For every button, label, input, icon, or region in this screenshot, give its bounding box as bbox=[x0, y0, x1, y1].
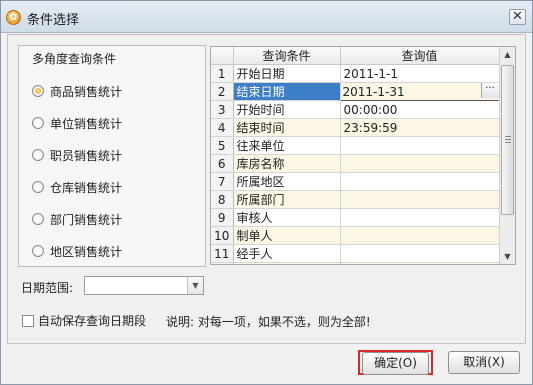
row-number: 4 bbox=[211, 118, 234, 137]
date-range-select[interactable]: ▼ bbox=[84, 276, 204, 295]
condition-name-cell[interactable]: 库房名称 bbox=[233, 154, 341, 173]
row-number: 1 bbox=[211, 64, 234, 83]
table-row[interactable]: 3 开始时间 00:00:00 bbox=[211, 100, 500, 119]
autosave-option[interactable]: 自动保存查询日期段 bbox=[22, 312, 146, 329]
table-row[interactable]: 11 经手人 bbox=[211, 244, 500, 263]
condition-value-cell[interactable] bbox=[340, 262, 500, 264]
radio-button[interactable] bbox=[32, 149, 44, 161]
chevron-down-icon[interactable]: ▼ bbox=[187, 277, 203, 294]
autosave-checkbox[interactable] bbox=[22, 314, 34, 327]
scroll-down-icon[interactable]: ▼ bbox=[502, 250, 513, 263]
condition-name-cell[interactable]: 所属地区 bbox=[233, 172, 341, 191]
radio-option[interactable]: 部门销售统计 bbox=[32, 211, 122, 227]
autosave-label: 自动保存查询日期段 bbox=[38, 314, 147, 328]
row-number: 10 bbox=[211, 226, 234, 245]
row-number: 8 bbox=[211, 190, 234, 209]
grip-icon bbox=[505, 136, 511, 143]
row-number: 9 bbox=[211, 208, 234, 227]
condition-value-cell[interactable] bbox=[340, 226, 500, 245]
condition-value-cell[interactable]: 2011-1-1 bbox=[340, 64, 500, 83]
table-row[interactable]: 5 往来单位 bbox=[211, 136, 500, 155]
condition-name-cell[interactable]: 审核人 bbox=[233, 208, 341, 227]
row-number: 2 bbox=[211, 82, 234, 101]
vertical-scrollbar[interactable]: ▲ ▼ bbox=[499, 47, 515, 264]
row-number: 3 bbox=[211, 100, 234, 119]
condition-name-cell[interactable]: 制单人 bbox=[233, 226, 341, 245]
radio-label: 商品销售统计 bbox=[50, 84, 123, 99]
radio-option[interactable]: 商品销售统计 bbox=[32, 83, 122, 99]
column-header-index bbox=[211, 47, 234, 65]
row-number: 7 bbox=[211, 172, 234, 191]
radio-button[interactable] bbox=[32, 213, 44, 225]
condition-dialog: ✿ 条件选择 ✕ 多角度查询条件 商品销售统计 单位销售统计 职员销售统计 仓库销售统… bbox=[0, 0, 533, 385]
condition-value-cell[interactable] bbox=[340, 154, 500, 173]
table-row[interactable]: 4 结束时间 23:59:59 bbox=[211, 118, 500, 137]
condition-name-cell[interactable]: 送货人 bbox=[233, 262, 341, 264]
condition-value-cell[interactable]: 23:59:59 bbox=[340, 118, 500, 137]
column-header-condition[interactable]: 查询条件 bbox=[233, 47, 341, 65]
condition-name-cell[interactable]: 所属部门 bbox=[233, 190, 341, 209]
table-row[interactable]: 12送货人 bbox=[211, 262, 500, 264]
table-row[interactable]: 7 所属地区 bbox=[211, 172, 500, 191]
condition-name-cell[interactable]: 结束日期 bbox=[233, 82, 341, 101]
condition-name-cell[interactable]: 经手人 bbox=[233, 244, 341, 263]
table-row[interactable]: 9 审核人 bbox=[211, 208, 500, 227]
dialog-title: 条件选择 bbox=[27, 13, 80, 28]
scrollbar-thumb[interactable] bbox=[501, 65, 514, 215]
table-row[interactable]: 6 库房名称 bbox=[211, 154, 500, 173]
group-title: 多角度查询条件 bbox=[32, 50, 117, 67]
condition-name-cell[interactable]: 开始时间 bbox=[233, 100, 341, 119]
table-row[interactable]: 10 制单人 bbox=[211, 226, 500, 245]
ok-highlight: 确定(O) bbox=[358, 350, 433, 375]
radio-option[interactable]: 职员销售统计 bbox=[32, 147, 122, 163]
date-range-label: 日期范围: bbox=[21, 281, 74, 295]
radio-label: 地区销售统计 bbox=[50, 244, 123, 259]
hint-text: 说明: 对每一项，如果不选，则为全部! bbox=[166, 315, 371, 329]
row-number: 12 bbox=[211, 262, 234, 264]
scroll-up-icon[interactable]: ▲ bbox=[502, 48, 513, 61]
condition-value-cell[interactable]: 2011-1-31 ··· bbox=[339, 82, 500, 101]
radio-option[interactable]: 单位销售统计 bbox=[32, 115, 122, 131]
dialog-body: 多角度查询条件 商品销售统计 单位销售统计 职员销售统计 仓库销售统计 部门销售统计 地区… bbox=[7, 34, 526, 344]
condition-value-cell[interactable]: 00:00:00 bbox=[340, 100, 500, 119]
condition-value-cell[interactable] bbox=[340, 190, 500, 209]
condition-value-cell[interactable] bbox=[340, 208, 500, 227]
column-header-value[interactable]: 查询值 bbox=[340, 47, 500, 65]
row-number: 6 bbox=[211, 154, 234, 173]
radio-label: 职员销售统计 bbox=[50, 148, 123, 163]
radio-label: 仓库销售统计 bbox=[50, 180, 123, 195]
radio-option[interactable]: 仓库销售统计 bbox=[32, 179, 122, 195]
condition-value-cell[interactable] bbox=[340, 172, 500, 191]
condition-table: 查询条件 查询值 1 开始日期 2011-1-1 2 结束日期 2011-1-31 ··· 3… bbox=[211, 47, 500, 264]
radio-button[interactable] bbox=[32, 117, 44, 129]
radio-button[interactable] bbox=[32, 245, 44, 257]
radio-button[interactable] bbox=[32, 181, 44, 193]
condition-value-cell[interactable] bbox=[340, 136, 500, 155]
radio-option[interactable]: 地区销售统计 bbox=[32, 243, 122, 259]
table-row[interactable]: 8 所属部门 bbox=[211, 190, 500, 209]
table-row[interactable]: 1 开始日期 2011-1-1 bbox=[211, 64, 500, 83]
row-number: 5 bbox=[211, 136, 234, 155]
row-number: 11 bbox=[211, 244, 234, 263]
condition-name-cell[interactable]: 往来单位 bbox=[233, 136, 341, 155]
radio-label: 部门销售统计 bbox=[50, 212, 123, 227]
app-icon: ✿ bbox=[6, 10, 21, 25]
condition-name-cell[interactable]: 结束时间 bbox=[233, 118, 341, 137]
ellipsis-icon[interactable]: ··· bbox=[480, 83, 498, 98]
condition-grid[interactable]: 查询条件 查询值 1 开始日期 2011-1-1 2 结束日期 2011-1-31 ··· 3… bbox=[210, 46, 516, 265]
condition-value-cell[interactable] bbox=[340, 244, 500, 263]
radio-label: 单位销售统计 bbox=[50, 116, 123, 131]
condition-name-cell[interactable]: 开始日期 bbox=[233, 64, 341, 83]
table-row[interactable]: 2 结束日期 2011-1-31 ··· bbox=[211, 82, 500, 101]
cancel-button[interactable]: 取消(X) bbox=[448, 351, 520, 374]
value-editor-text[interactable]: 2011-1-31 bbox=[343, 85, 405, 99]
title-bar: ✿ 条件选择 ✕ bbox=[1, 1, 532, 33]
ok-button[interactable]: 确定(O) bbox=[362, 352, 429, 375]
close-icon[interactable]: ✕ bbox=[509, 9, 526, 25]
query-options-group: 多角度查询条件 商品销售统计 单位销售统计 职员销售统计 仓库销售统计 部门销售统计 地区… bbox=[18, 45, 206, 267]
radio-button[interactable] bbox=[32, 85, 44, 97]
